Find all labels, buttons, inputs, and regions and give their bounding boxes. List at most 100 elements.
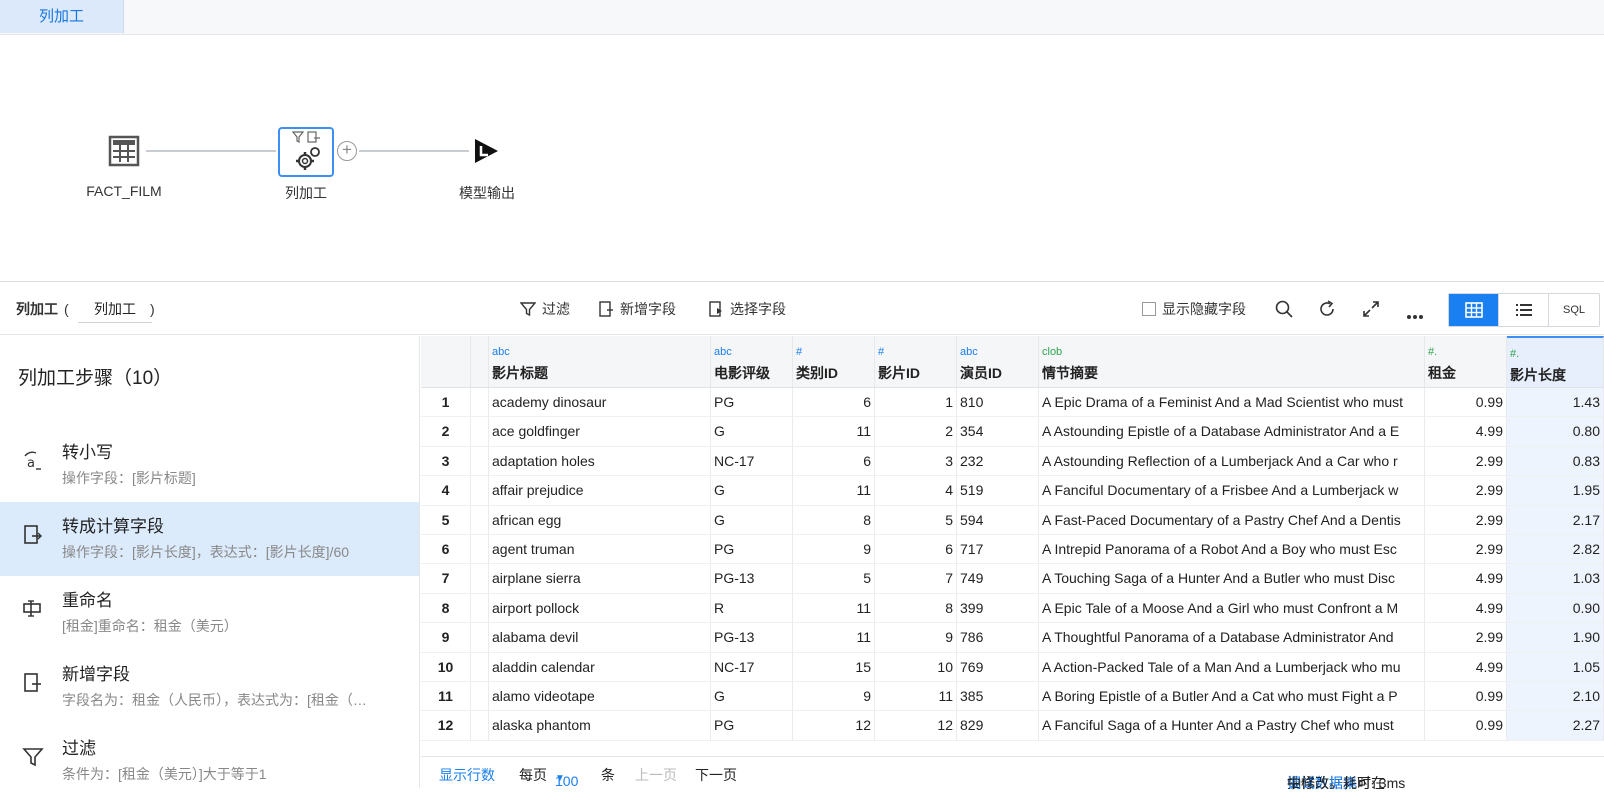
table-cell[interactable]: 1.95 (1507, 476, 1604, 506)
row-spacer[interactable] (471, 711, 489, 741)
table-cell[interactable]: A Touching Saga of a Hunter And a Butler… (1039, 564, 1425, 594)
table-cell[interactable]: 9 (793, 535, 875, 565)
table-cell[interactable]: airport pollock (489, 593, 711, 624)
table-cell[interactable]: PG (711, 388, 793, 418)
table-cell[interactable]: 11 (875, 682, 957, 712)
table-cell[interactable]: 2.10 (1507, 682, 1604, 712)
table-cell[interactable]: 7 (875, 564, 957, 594)
table-cell[interactable]: A Astounding Epistle of a Database Admin… (1039, 417, 1425, 447)
table-cell[interactable]: G (711, 417, 793, 447)
table-cell[interactable]: academy dinosaur (489, 388, 711, 418)
prev-page-button[interactable]: 上一页 (635, 765, 677, 785)
table-cell[interactable]: PG (711, 535, 793, 565)
table-cell[interactable]: 3 (875, 446, 957, 477)
table-cell[interactable]: 1.90 (1507, 623, 1604, 653)
table-cell[interactable]: G (711, 476, 793, 506)
table-cell[interactable]: alamo videotape (489, 682, 711, 712)
table-cell[interactable]: 0.80 (1507, 417, 1604, 447)
expand-icon[interactable] (1362, 300, 1380, 318)
table-cell[interactable]: 5 (875, 505, 957, 535)
table-cell[interactable]: ace goldfinger (489, 417, 711, 447)
table-cell[interactable]: 519 (957, 476, 1039, 506)
row-spacer[interactable] (471, 652, 489, 682)
table-cell[interactable]: 0.83 (1507, 446, 1604, 477)
table-cell[interactable]: A Intrepid Panorama of a Robot And a Boy… (1039, 535, 1425, 565)
table-cell[interactable]: 2.99 (1425, 505, 1507, 535)
filter-button[interactable]: 过滤 (520, 283, 570, 335)
add-node-icon[interactable]: + (337, 141, 357, 161)
select-field-button[interactable]: 选择字段 (708, 283, 786, 335)
table-cell[interactable]: PG-13 (711, 623, 793, 653)
row-spacer[interactable] (471, 623, 489, 653)
table-cell[interactable]: 0.90 (1507, 593, 1604, 624)
table-cell[interactable]: 2.99 (1425, 476, 1507, 506)
table-cell[interactable]: 11 (793, 476, 875, 506)
table-cell[interactable]: 2.27 (1507, 711, 1604, 741)
sql-view-button[interactable]: SQL (1549, 294, 1599, 326)
table-cell[interactable]: 12 (793, 711, 875, 741)
table-cell[interactable]: 9 (793, 682, 875, 712)
table-cell[interactable]: 5 (793, 564, 875, 594)
table-cell[interactable]: alabama devil (489, 623, 711, 653)
table-cell[interactable]: 2 (875, 417, 957, 447)
add-field-button[interactable]: 新增字段 (598, 283, 676, 335)
row-spacer[interactable] (471, 417, 489, 447)
table-cell[interactable]: 2.99 (1425, 535, 1507, 565)
table-cell[interactable]: 11 (793, 623, 875, 653)
table-cell[interactable]: 4.99 (1425, 593, 1507, 624)
table-cell[interactable]: A Fast-Paced Documentary of a Pastry Che… (1039, 505, 1425, 535)
node-name-input[interactable]: 列加工 (78, 295, 152, 323)
next-page-button[interactable]: 下一页 (695, 765, 737, 785)
table-cell[interactable]: 6 (875, 535, 957, 565)
more-icon[interactable] (1406, 307, 1424, 319)
table-cell[interactable]: 385 (957, 682, 1039, 712)
refresh-icon[interactable] (1318, 300, 1336, 318)
table-cell[interactable]: 749 (957, 564, 1039, 594)
show-rows-link[interactable]: 显示行数 (439, 765, 495, 785)
show-hidden-checkbox[interactable] (1142, 302, 1156, 316)
table-cell[interactable]: 0.99 (1425, 711, 1507, 741)
column-header[interactable]: abc 演员ID (957, 336, 1039, 388)
column-header[interactable]: # 影片ID (875, 336, 957, 388)
table-cell[interactable]: 2.99 (1425, 623, 1507, 653)
table-cell[interactable]: 786 (957, 623, 1039, 653)
table-cell[interactable]: 4.99 (1425, 652, 1507, 682)
column-header[interactable]: abc 影片标题 (489, 336, 711, 388)
output-node-icon[interactable] (472, 137, 500, 165)
table-cell[interactable]: A Epic Drama of a Feminist And a Mad Sci… (1039, 388, 1425, 418)
table-cell[interactable]: A Astounding Reflection of a Lumberjack … (1039, 446, 1425, 477)
table-cell[interactable]: aladdin calendar (489, 652, 711, 682)
table-cell[interactable]: PG-13 (711, 564, 793, 594)
table-cell[interactable]: A Thoughtful Panorama of a Database Admi… (1039, 623, 1425, 653)
step-item[interactable]: 新增字段 字段名为：租金（人民币），表达式为：[租金（… (0, 650, 419, 724)
table-cell[interactable]: A Epic Tale of a Moose And a Girl who mu… (1039, 593, 1425, 624)
table-cell[interactable]: african egg (489, 505, 711, 535)
grid-view-button[interactable] (1449, 294, 1499, 326)
table-cell[interactable]: 0.99 (1425, 682, 1507, 712)
table-cell[interactable]: 10 (875, 652, 957, 682)
row-spacer[interactable] (471, 476, 489, 506)
row-spacer[interactable] (471, 593, 489, 624)
row-spacer[interactable] (471, 682, 489, 712)
show-hidden-toggle[interactable]: 显示隐藏字段 (1142, 283, 1246, 335)
table-cell[interactable]: 1 (875, 388, 957, 418)
table-cell[interactable]: affair prejudice (489, 476, 711, 506)
table-cell[interactable]: 8 (793, 505, 875, 535)
table-cell[interactable]: 4.99 (1425, 564, 1507, 594)
table-cell[interactable]: A Fanciful Documentary of a Frisbee And … (1039, 476, 1425, 506)
table-cell[interactable]: A Fanciful Saga of a Hunter And a Pastry… (1039, 711, 1425, 741)
table-cell[interactable]: 232 (957, 446, 1039, 477)
row-spacer[interactable] (471, 564, 489, 594)
table-cell[interactable]: 6 (793, 388, 875, 418)
table-cell[interactable]: 0.99 (1425, 388, 1507, 418)
table-cell[interactable]: 2.17 (1507, 505, 1604, 535)
table-cell[interactable]: A Boring Epistle of a Butler And a Cat w… (1039, 682, 1425, 712)
row-spacer[interactable] (471, 388, 489, 418)
processing-node[interactable] (278, 127, 334, 177)
table-cell[interactable]: adaptation holes (489, 446, 711, 477)
step-item-selected[interactable]: 转成计算字段 操作字段：[影片长度]，表达式：[影片长度]/60 (0, 502, 419, 576)
step-item[interactable]: 过滤 条件为：[租金（美元）]大于等于1 (0, 724, 419, 788)
table-cell[interactable]: 717 (957, 535, 1039, 565)
row-spacer[interactable] (471, 535, 489, 565)
step-item[interactable]: 重命名 [租金]重命名：租金（美元） (0, 576, 419, 650)
